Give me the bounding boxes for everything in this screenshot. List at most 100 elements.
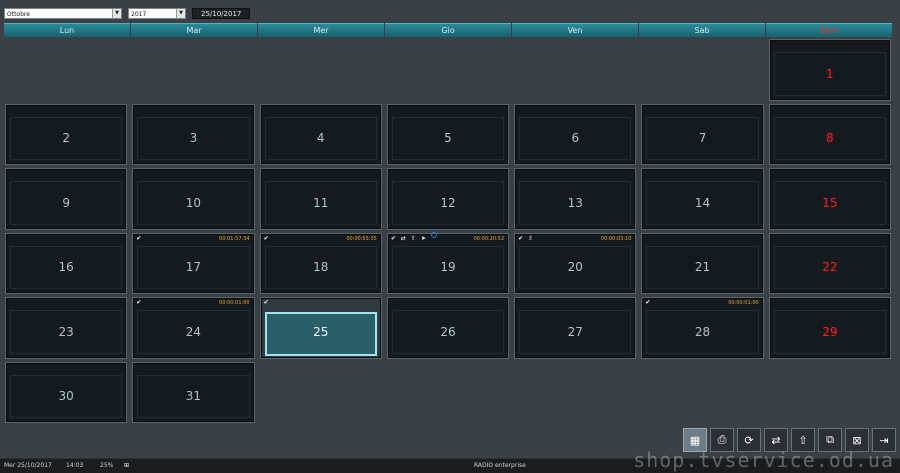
day-number: 31 xyxy=(185,389,202,404)
weekday-mon: Lun xyxy=(4,23,130,37)
exit-icon: ⇥ xyxy=(879,433,889,447)
day-cell-20[interactable]: ✔ ⇧ 00:00:03:10 20 xyxy=(514,232,637,294)
day-cell-9[interactable]: 9 xyxy=(5,168,128,230)
calendar-grid: 1 2 3 4 5 6 7 8 9 10 11 12 13 14 15 16 ✔ 00:01:57:34 17 ✔ 00… xyxy=(5,39,891,423)
day-number: 20 xyxy=(567,260,583,275)
day-cell-21[interactable]: 21 xyxy=(641,232,764,294)
empty-day-cell xyxy=(5,39,127,101)
day-cell-22[interactable]: 22 xyxy=(768,232,891,294)
upload-icon: ⇧ xyxy=(528,234,534,242)
year-select[interactable]: 2017 ▼ xyxy=(128,7,186,19)
day-status-icons: ✔ xyxy=(264,235,269,243)
month-select[interactable]: Ottobre ▼ xyxy=(4,7,122,19)
day-cell-5[interactable]: 5 xyxy=(386,103,510,165)
status-zoom: 25% xyxy=(100,462,114,469)
day-cell-7[interactable]: 7 xyxy=(641,103,764,165)
day-number: 25 xyxy=(313,324,329,339)
empty-day-cell xyxy=(641,362,763,424)
day-number: 26 xyxy=(440,324,456,339)
day-number: 3 xyxy=(189,131,198,146)
empty-day-cell xyxy=(260,39,382,101)
windows-icon: ⊞ xyxy=(124,462,130,469)
day-number: 13 xyxy=(567,195,583,210)
day-number: 17 xyxy=(185,260,202,275)
day-number: 18 xyxy=(313,260,329,275)
day-cell-13[interactable]: 13 xyxy=(514,168,637,230)
calendar-icon: ▦ xyxy=(689,433,701,447)
upload-icon: ⇧ xyxy=(410,234,416,242)
day-cell-15[interactable]: 15 xyxy=(768,168,891,230)
check-icon: ✔ xyxy=(263,299,269,306)
day-status-icons: ✔ xyxy=(645,299,650,307)
empty-day-cell xyxy=(132,39,254,101)
day-cell-3[interactable]: 3 xyxy=(132,103,255,165)
day-cell-23[interactable]: 23 xyxy=(5,297,128,359)
check-icon: ✔ xyxy=(136,299,142,306)
day-status-icons: ✔ xyxy=(264,299,269,307)
day-duration: 00:01:57:34 xyxy=(219,235,250,242)
day-cell-25[interactable]: ✔ 25 xyxy=(259,297,382,359)
day-number: 9 xyxy=(62,195,70,210)
chevron-down-icon[interactable]: ▼ xyxy=(176,8,185,18)
swap-icon: ⇄ xyxy=(771,433,781,447)
empty-day-cell xyxy=(387,362,509,424)
print-icon: ⎙ xyxy=(717,433,727,446)
day-duration: 00:00:20:52 xyxy=(473,235,505,242)
day-number: 5 xyxy=(444,131,452,146)
day-cell-19[interactable]: ✔ ⇄ ⇧ ➤ 00:00:20:52 19 xyxy=(386,231,510,294)
day-cell-16[interactable]: 16 xyxy=(5,232,128,294)
day-cell-29[interactable]: 29 xyxy=(768,297,891,359)
check-icon: ✔ xyxy=(645,299,651,306)
day-number: 24 xyxy=(185,324,202,339)
day-number: 30 xyxy=(58,389,74,404)
day-number: 29 xyxy=(822,324,838,339)
day-number: 12 xyxy=(440,195,456,210)
swap-icon: ⇄ xyxy=(400,234,406,242)
day-cell-2[interactable]: 2 xyxy=(5,103,128,165)
weekday-sat: Sab xyxy=(639,23,765,37)
chevron-down-icon[interactable]: ▼ xyxy=(112,8,121,18)
day-cell-6[interactable]: 6 xyxy=(514,103,637,165)
day-cell-31[interactable]: 31 xyxy=(132,361,255,423)
empty-day-cell xyxy=(387,39,509,101)
day-cell-10[interactable]: 10 xyxy=(132,168,255,230)
watermark: shop.tvservice.od.ua xyxy=(633,448,894,472)
day-number: 15 xyxy=(822,195,838,210)
check-icon: ✔ xyxy=(518,234,524,242)
year-select-value: 2017 xyxy=(131,10,147,18)
day-status-icons: ✔ ⇄ ⇧ ➤ xyxy=(391,235,426,243)
day-cell-26[interactable]: 26 xyxy=(386,297,510,359)
upload-icon: ⇧ xyxy=(798,433,808,447)
empty-day-cell xyxy=(514,362,636,424)
day-cell-1[interactable]: 1 xyxy=(768,39,891,101)
day-cell-17[interactable]: ✔ 00:01:57:34 17 xyxy=(132,232,255,294)
day-number: 10 xyxy=(185,195,202,210)
day-duration: 00:00:01:00 xyxy=(219,300,250,306)
copy-icon: ⧉ xyxy=(826,433,834,446)
day-cell-24[interactable]: ✔ 00:00:01:00 24 xyxy=(132,297,255,359)
day-cell-14[interactable]: 14 xyxy=(641,168,764,230)
day-number: 4 xyxy=(316,131,325,146)
day-cell-18[interactable]: ✔ 00:00:55:35 18 xyxy=(259,232,382,294)
check-icon: ✔ xyxy=(263,234,269,242)
day-number: 8 xyxy=(826,131,834,146)
weekday-fri: Ven xyxy=(512,23,638,37)
day-cell-11[interactable]: 11 xyxy=(259,168,382,230)
busy-indicator-icon xyxy=(430,231,437,238)
day-number: 19 xyxy=(440,260,456,275)
empty-day-cell xyxy=(260,362,382,424)
day-cell-8[interactable]: 8 xyxy=(768,103,891,165)
day-cell-28[interactable]: ✔ 00:00:01:00 28 xyxy=(641,297,764,359)
day-cell-12[interactable]: 12 xyxy=(386,168,510,230)
day-cell-27[interactable]: 27 xyxy=(514,297,637,359)
day-cell-30[interactable]: 30 xyxy=(5,361,128,423)
current-date-field[interactable]: 25/10/2017 xyxy=(192,7,251,19)
day-number: 28 xyxy=(694,324,711,339)
delete-list-icon: ⊠ xyxy=(852,433,862,447)
empty-day-cell xyxy=(641,39,763,101)
day-status-icons: ✔ xyxy=(136,235,141,243)
day-cell-4[interactable]: 4 xyxy=(259,103,382,165)
weekday-thu: Gio xyxy=(385,23,511,37)
day-number: 11 xyxy=(313,195,329,210)
weekday-header: Lun Mar Mer Gio Ven Sab Dom xyxy=(4,23,892,37)
